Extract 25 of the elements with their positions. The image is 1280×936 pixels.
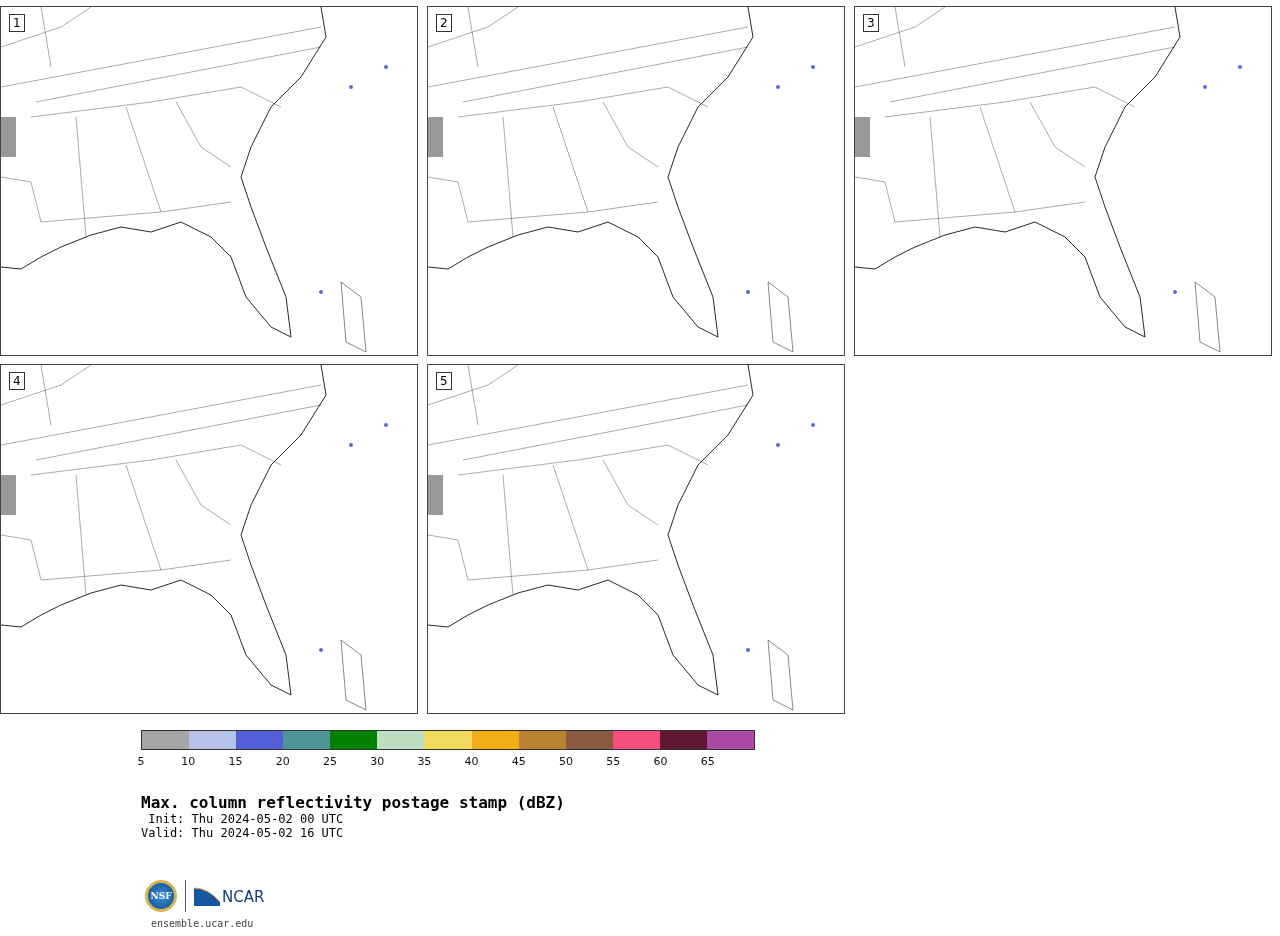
logo-text: NCAR (222, 888, 265, 906)
site-url: ensemble.ucar.edu (151, 918, 255, 929)
seal-logo: NSF (145, 880, 177, 912)
tick-label: 15 (228, 755, 243, 768)
panel-number: 2 (436, 14, 452, 32)
tick-label: 50 (559, 755, 574, 768)
swoosh-icon (194, 886, 220, 906)
panel-number: 3 (863, 14, 879, 32)
tick-label: 25 (322, 755, 337, 768)
tick-label: 45 (511, 755, 526, 768)
valid-time: Valid: Thu 2024-05-02 16 UTC (141, 826, 345, 840)
tick-label: 20 (275, 755, 290, 768)
panel-number: 1 (9, 14, 25, 32)
tick-label: 65 (700, 755, 715, 768)
tick-label: 35 (417, 755, 432, 768)
tick-label: 30 (370, 755, 385, 768)
tick-label: 55 (606, 755, 621, 768)
init-time: Init: Thu 2024-05-02 00 UTC (147, 812, 345, 826)
chart-title: Max. column reflectivity postage stamp (dBZ) (141, 793, 566, 812)
tick-label: 60 (653, 755, 668, 768)
panel-number: 5 (436, 372, 452, 390)
tick-label: 40 (464, 755, 479, 768)
tick-label: 5 (137, 755, 145, 768)
panel-number: 4 (9, 372, 25, 390)
tick-label: 10 (181, 755, 196, 768)
